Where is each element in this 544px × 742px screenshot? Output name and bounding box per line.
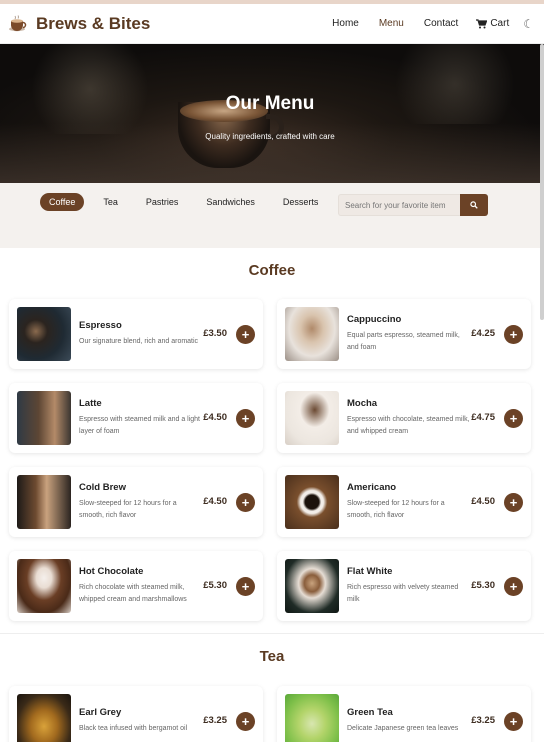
add-to-cart-button[interactable]: + <box>504 409 523 428</box>
add-to-cart-button[interactable]: + <box>504 325 523 344</box>
item-name: Earl Grey <box>79 707 122 718</box>
item-description: Black tea infused with bergamot oil <box>79 725 188 732</box>
brand-name: Brews & Bites <box>36 13 151 33</box>
item-image-cold-brew <box>17 475 71 529</box>
item-image-hot-chocolate <box>17 559 71 613</box>
item-price: £4.75 <box>471 412 495 423</box>
item-image-latte <box>17 391 71 445</box>
menu-item-card[interactable]: Latte Espresso with steamed milk and a l… <box>9 383 263 453</box>
category-bar: Coffee Tea Pastries Sandwiches Desserts <box>0 183 544 248</box>
item-name: Cappuccino <box>347 314 402 325</box>
menu-item-card[interactable]: Cold Brew Slow-steeped for 12 hours for … <box>9 467 263 537</box>
item-description: Rich espresso with velvety steamed milk <box>347 584 459 603</box>
tab-pastries[interactable]: Pastries <box>137 193 188 211</box>
menu-item-card[interactable]: Cappuccino Equal parts espresso, steamed… <box>277 299 531 369</box>
item-description: Equal parts espresso, steamed milk, and … <box>347 332 460 351</box>
cart-link[interactable]: Cart <box>468 18 517 29</box>
add-to-cart-button[interactable]: + <box>504 577 523 596</box>
add-to-cart-button[interactable]: + <box>504 493 523 512</box>
nav-link-home[interactable]: Home <box>322 18 369 29</box>
tab-desserts[interactable]: Desserts <box>274 193 328 211</box>
item-description: Rich chocolate with steamed milk, whippe… <box>79 584 187 603</box>
add-to-cart-button[interactable]: + <box>504 712 523 731</box>
item-name: Espresso <box>79 320 122 331</box>
hero-banner: Our Menu Quality ingredients, crafted wi… <box>0 44 544 183</box>
section-coffee: Coffee Espresso Our signature blend, ric… <box>0 248 544 621</box>
item-price: £3.25 <box>203 715 227 726</box>
category-tabs: Coffee Tea Pastries Sandwiches Desserts <box>40 193 337 211</box>
item-name: Cold Brew <box>79 482 126 493</box>
item-description: Espresso with steamed milk and a light l… <box>79 416 200 435</box>
hero-title: Our Menu <box>225 93 315 114</box>
section-tea: Tea Earl Grey Black tea infused with ber… <box>0 634 544 742</box>
tab-sandwiches[interactable]: Sandwiches <box>197 193 264 211</box>
navbar: Brews & Bites Home Menu Contact Cart ☾ <box>0 4 544 44</box>
item-name: Mocha <box>347 398 378 409</box>
item-image-earl-grey <box>17 694 71 742</box>
item-price: £3.50 <box>203 328 227 339</box>
item-price: £4.25 <box>471 328 495 339</box>
item-price: £3.25 <box>471 715 495 726</box>
add-to-cart-button[interactable]: + <box>236 325 255 344</box>
menu-item-card[interactable]: Hot Chocolate Rich chocolate with steame… <box>9 551 263 621</box>
moon-icon[interactable]: ☾ <box>517 17 534 31</box>
search-icon <box>470 201 478 209</box>
nav-links: Home Menu Contact Cart ☾ <box>322 17 534 31</box>
menu-item-card[interactable]: Americano Slow-steeped for 12 hours for … <box>277 467 531 537</box>
add-to-cart-button[interactable]: + <box>236 712 255 731</box>
item-price: £5.30 <box>203 580 227 591</box>
search-button[interactable] <box>460 194 488 216</box>
item-name: Hot Chocolate <box>79 566 144 577</box>
item-image-espresso <box>17 307 71 361</box>
section-title-coffee: Coffee <box>248 262 296 279</box>
brand[interactable]: Brews & Bites <box>8 14 150 34</box>
nav-link-contact[interactable]: Contact <box>414 18 468 29</box>
item-name: Americano <box>347 482 397 493</box>
coffee-cup-icon <box>9 14 27 31</box>
item-price: £4.50 <box>203 496 227 507</box>
add-to-cart-button[interactable]: + <box>236 409 255 428</box>
item-image-green-tea <box>285 694 339 742</box>
nav-link-menu[interactable]: Menu <box>369 18 414 29</box>
item-description: Our signature blend, rich and aromatic <box>79 338 199 345</box>
item-description: Slow-steeped for 12 hours for a smooth, … <box>79 500 177 519</box>
menu-item-card[interactable]: Earl Grey Black tea infused with bergamo… <box>9 686 263 742</box>
item-description: Delicate Japanese green tea leaves <box>347 725 459 732</box>
tab-coffee[interactable]: Coffee <box>40 193 85 211</box>
menu-item-card[interactable]: Mocha Espresso with chocolate, steamed m… <box>277 383 531 453</box>
item-name: Latte <box>79 398 102 409</box>
menu-item-card[interactable]: Espresso Our signature blend, rich and a… <box>9 299 263 369</box>
tab-tea[interactable]: Tea <box>94 193 127 211</box>
menu-item-card[interactable]: Flat White Rich espresso with velvety st… <box>277 551 531 621</box>
item-price: £4.50 <box>203 412 227 423</box>
page-scrollbar[interactable] <box>540 44 544 320</box>
cart-icon <box>476 18 488 28</box>
add-to-cart-button[interactable]: + <box>236 493 255 512</box>
search-box <box>338 194 488 216</box>
search-input[interactable] <box>338 194 460 216</box>
cart-label: Cart <box>490 18 510 29</box>
item-image-mocha <box>285 391 339 445</box>
hero-subtitle: Quality ingredients, crafted with care <box>205 132 335 141</box>
item-description: Espresso with chocolate, steamed milk, a… <box>347 416 470 435</box>
item-image-cappuccino <box>285 307 339 361</box>
section-title-tea: Tea <box>259 648 285 665</box>
coffee-grid: Espresso Our signature blend, rich and a… <box>0 299 544 621</box>
item-name: Flat White <box>347 566 393 577</box>
item-price: £4.50 <box>471 496 495 507</box>
menu-item-card[interactable]: Green Tea Delicate Japanese green tea le… <box>277 686 531 742</box>
tea-grid: Earl Grey Black tea infused with bergamo… <box>0 686 544 742</box>
item-image-flat-white <box>285 559 339 613</box>
item-description: Slow-steeped for 12 hours for a smooth, … <box>347 500 445 519</box>
item-name: Green Tea <box>347 707 393 718</box>
item-price: £5.30 <box>471 580 495 591</box>
item-image-americano <box>285 475 339 529</box>
hero-bokeh-left <box>20 44 160 134</box>
add-to-cart-button[interactable]: + <box>236 577 255 596</box>
